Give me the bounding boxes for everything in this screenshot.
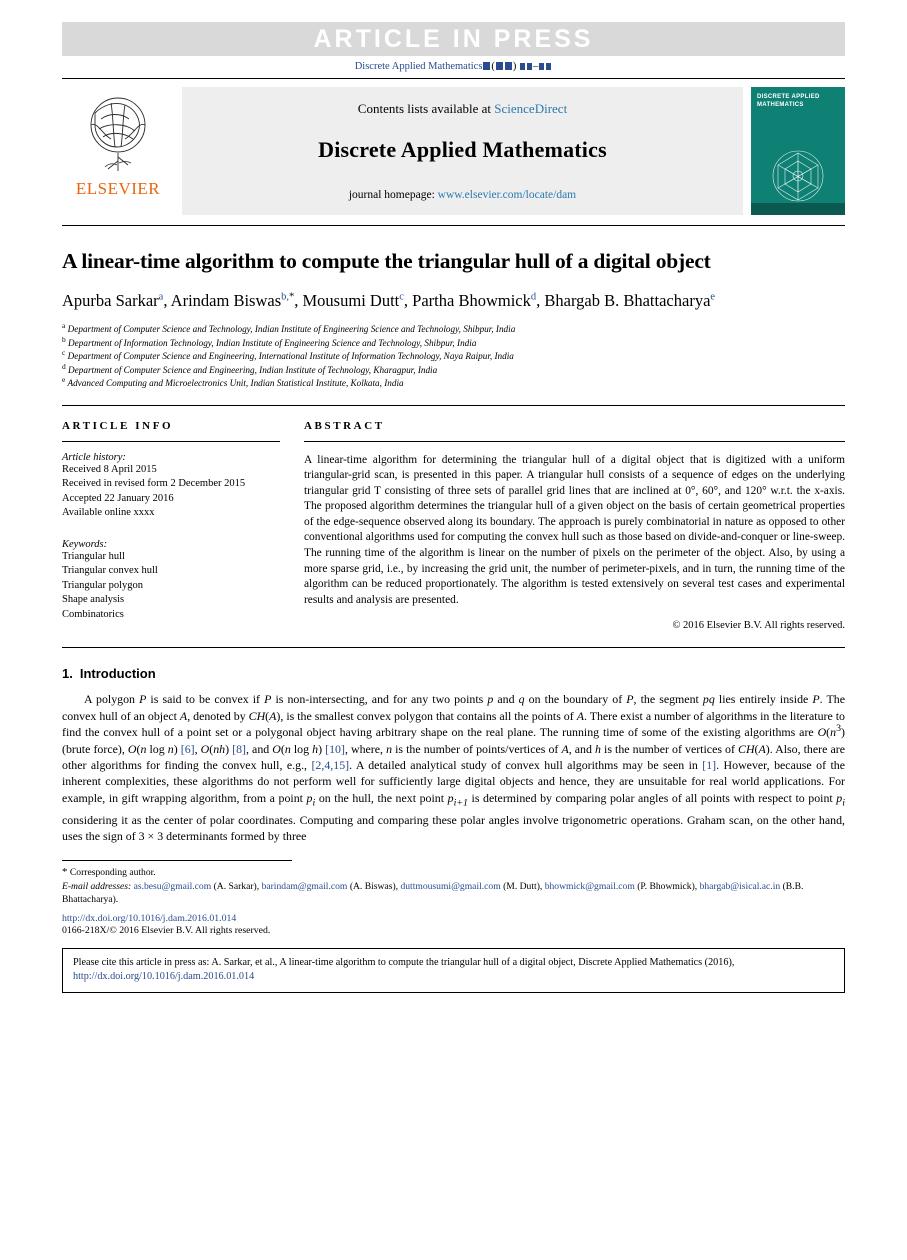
keyword-item: Shape analysis (62, 594, 125, 605)
journal-cover-thumbnail: DISCRETE APPLIED MATHEMATICS (751, 87, 845, 215)
placeholder-square-icon (504, 62, 512, 70)
doi-link[interactable]: http://dx.doi.org/10.1016/j.dam.2016.01.… (62, 913, 845, 924)
keyword-item: Triangular polygon (62, 579, 143, 591)
abstract-text: A linear-time algorithm for determining … (304, 453, 845, 606)
info-abstract-columns: ARTICLE INFO Article history: Received 8… (62, 419, 845, 632)
section-number: 1. (62, 666, 73, 682)
email-owner: (A. Sarkar), (213, 880, 260, 892)
copyright-line: © 2016 Elsevier B.V. All rights reserved… (672, 620, 845, 632)
contents-prefix: Contents lists available at (357, 101, 495, 116)
footnote-block: * Corresponding author. E-mail addresses… (62, 866, 845, 906)
sciencedirect-link[interactable]: ScienceDirect (494, 101, 567, 116)
placeholder-square-icon (520, 63, 526, 70)
affiliation-item: d Department of Computer Science and Eng… (62, 361, 438, 375)
author-list: Apurba Sarkara, Arindam Biswasb,*, Mousu… (62, 291, 716, 310)
placeholder-square-icon (527, 63, 533, 70)
placeholder-square-icon (546, 63, 552, 70)
journal-homepage-line: journal homepage: www.elsevier.com/locat… (182, 189, 743, 201)
keyword-item: Triangular hull (62, 550, 125, 562)
citation-doi-link[interactable]: http://dx.doi.org/10.1016/j.dam.2016.01.… (73, 971, 254, 982)
corresponding-author-line: * Corresponding author. (62, 866, 845, 879)
placeholder-square-icon (495, 62, 503, 70)
article-history-item: Received 8 April 2015 (62, 463, 157, 475)
section-paragraph: A polygon P is said to be convex if P is… (62, 692, 846, 844)
email-label: E-mail addresses: (62, 880, 132, 892)
elsevier-wordmark: ELSEVIER (75, 179, 161, 198)
article-info-heading: ARTICLE INFO (62, 419, 174, 432)
masthead-divider (62, 225, 845, 226)
contents-line: Contents lists available at ScienceDirec… (182, 101, 743, 117)
email-owner: (M. Dutt), (503, 880, 543, 892)
abstract-divider (62, 647, 845, 649)
cover-graphic (751, 143, 845, 209)
article-in-press-banner: ARTICLE IN PRESS (62, 22, 845, 56)
corresponding-author-text: Corresponding author. (69, 867, 156, 879)
header-divider (62, 78, 845, 79)
journal-homepage-link[interactable]: www.elsevier.com/locate/dam (438, 189, 576, 201)
affiliation-item: a Department of Computer Science and Tec… (62, 320, 516, 334)
homepage-prefix: journal homepage: (348, 189, 438, 201)
affiliation-item: e Advanced Computing and Microelectronic… (62, 374, 404, 388)
affiliation-list: a Department of Computer Science and Tec… (62, 320, 845, 391)
article-history-item: Accepted 22 January 2016 (62, 492, 174, 504)
elsevier-tree-icon (90, 97, 146, 171)
email-link[interactable]: barindam@gmail.com (262, 881, 348, 892)
placeholder-square-icon (539, 63, 545, 70)
article-history-item: Received in revised form 2 December 2015 (62, 478, 246, 489)
journal-reference-line: Discrete Applied Mathematics() – (62, 61, 845, 72)
email-addresses-line: E-mail addresses: as.besu@gmail.com (A. … (62, 880, 845, 907)
email-link[interactable]: duttmousumi@gmail.com (400, 881, 500, 892)
abstract-underline (304, 440, 845, 442)
abstract-heading: ABSTRACT (304, 419, 385, 432)
cover-title: DISCRETE APPLIED MATHEMATICS (757, 94, 820, 108)
keyword-item: Combinatorics (62, 608, 124, 620)
elsevier-logo: ELSEVIER (62, 87, 174, 215)
journal-reference-title: Discrete Applied Mathematics (354, 61, 483, 72)
article-info-column: ARTICLE INFO Article history: Received 8… (62, 420, 300, 632)
issn-line: 0166-218X/© 2016 Elsevier B.V. All right… (62, 924, 271, 936)
citation-box: Please cite this article in press as: A.… (62, 947, 845, 993)
affiliation-item: b Department of Information Technology, … (62, 334, 477, 348)
article-info-underline (62, 440, 280, 442)
cover-footer-bar (751, 203, 845, 215)
email-owner: (A. Biswas), (349, 880, 399, 892)
section-heading: 1. Introduction (62, 666, 845, 681)
article-history-item: Available online xxxx (62, 507, 155, 518)
keywords-label: Keywords: (62, 538, 108, 550)
keyword-item: Triangular convex hull (62, 565, 158, 576)
email-link[interactable]: bhargab@isical.ac.in (700, 881, 781, 892)
page-title: A linear-time algorithm to compute the t… (62, 249, 711, 273)
section-title: Introduction (79, 666, 156, 682)
keywords-list: Triangular hull Triangular convex hull Tri… (62, 550, 280, 623)
email-link[interactable]: bhowmick@gmail.com (545, 881, 635, 892)
email-owner: (P. Bhowmick), (637, 880, 698, 892)
placeholder-square-icon (483, 62, 491, 70)
masthead-center: Contents lists available at ScienceDirec… (182, 87, 743, 215)
abstract-column: ABSTRACT A linear-time algorithm for det… (300, 419, 845, 632)
asterisk-icon: * (62, 866, 68, 879)
journal-title: Discrete Applied Mathematics (318, 137, 607, 162)
article-page: ARTICLE IN PRESS Discrete Applied Mathem… (0, 22, 907, 1260)
affiliation-item: c Department of Computer Science and Eng… (62, 347, 514, 361)
email-link[interactable]: as.besu@gmail.com (134, 881, 212, 892)
affiliation-divider (62, 404, 845, 406)
citation-text: Please cite this article in press as: A.… (73, 956, 735, 968)
journal-masthead: ELSEVIER Contents lists available at Sci… (62, 87, 845, 215)
footnote-divider (62, 860, 292, 862)
article-in-press-label: ARTICLE IN PRESS (313, 24, 594, 53)
article-history-label: Article history: (62, 451, 126, 463)
article-history-list: Received 8 April 2015 Received in revised… (62, 463, 280, 521)
